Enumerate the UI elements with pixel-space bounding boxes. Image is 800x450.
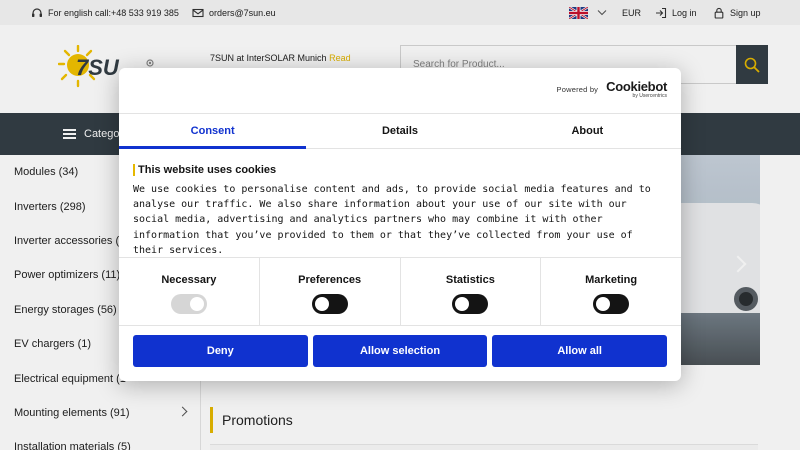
toggle-label-necessary: Necessary	[161, 274, 217, 286]
toggle-group-statistics: Statistics	[401, 258, 542, 325]
consent-body: This website uses cookies We use cookies…	[133, 164, 653, 258]
cookiebot-sub-text: by Usercentrics	[632, 93, 667, 99]
powered-by-cookiebot[interactable]: Powered by Cookiebot by Usercentrics	[556, 80, 668, 99]
tab-about[interactable]: About	[494, 114, 681, 148]
cookie-consent-dialog: Powered by Cookiebot by Usercentrics Con…	[119, 68, 681, 381]
deny-button[interactable]: Deny	[133, 335, 308, 367]
toggle-label-preferences: Preferences	[298, 274, 362, 286]
statistics-toggle[interactable]	[452, 294, 489, 314]
consent-toggles: Necessary Preferences Statistics Marketi…	[119, 257, 681, 326]
consent-tabs: Consent Details About	[119, 113, 681, 149]
powered-by-label: Powered by	[556, 85, 599, 94]
cookiebot-logo-text: Cookiebot	[606, 79, 667, 94]
consent-description: We use cookies to personalise content an…	[133, 184, 651, 256]
toggle-label-statistics: Statistics	[445, 274, 495, 286]
tab-details[interactable]: Details	[306, 114, 493, 148]
tab-consent[interactable]: Consent	[119, 114, 307, 149]
toggle-group-preferences: Preferences	[260, 258, 401, 325]
necessary-toggle	[170, 294, 207, 314]
consent-title: This website uses cookies	[133, 164, 653, 176]
allow-selection-button[interactable]: Allow selection	[312, 335, 488, 367]
toggle-group-necessary: Necessary	[119, 258, 260, 325]
cookiebot-logo: Cookiebot by Usercentrics	[606, 80, 667, 99]
preferences-toggle[interactable]	[311, 294, 348, 314]
consent-buttons: Deny Allow selection Allow all	[133, 335, 668, 367]
marketing-toggle[interactable]	[593, 294, 630, 314]
toggle-group-marketing: Marketing	[541, 258, 681, 325]
toggle-label-marketing: Marketing	[585, 274, 638, 286]
allow-all-button[interactable]: Allow all	[492, 335, 668, 367]
